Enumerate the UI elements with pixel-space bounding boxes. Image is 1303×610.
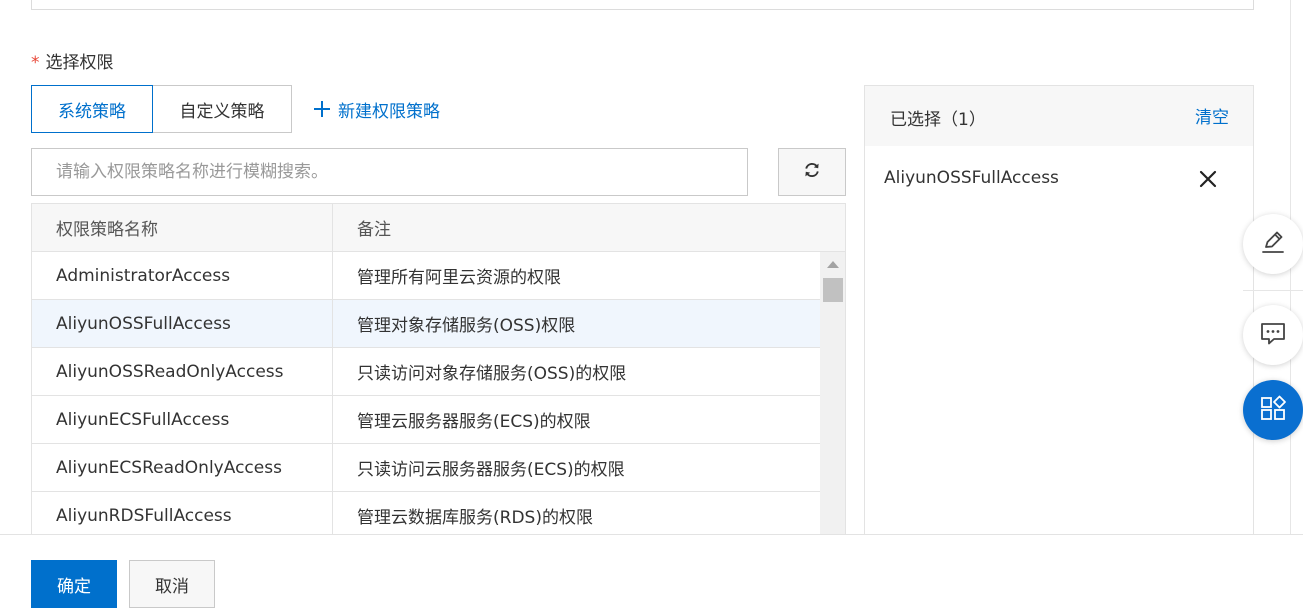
table-body: AdministratorAccess 管理所有阿里云资源的权限 AliyunO… — [32, 252, 820, 535]
policy-note-cell: 只读访问云服务器服务(ECS)的权限 — [357, 460, 625, 480]
policy-name-cell: AliyunECSReadOnlyAccess — [32, 444, 333, 491]
table-row[interactable]: AliyunOSSReadOnlyAccess 只读访问对象存储服务(OSS)的… — [32, 348, 820, 396]
permission-section-title: 选择权限 — [45, 53, 114, 73]
policy-name-cell: AliyunOSSReadOnlyAccess — [32, 348, 333, 395]
apps-icon — [1258, 393, 1288, 427]
table-row[interactable]: AliyunOSSFullAccess 管理对象存储服务(OSS)权限 — [32, 300, 820, 348]
table-row[interactable]: AliyunECSFullAccess 管理云服务器服务(ECS)的权限 — [32, 396, 820, 444]
selected-panel-title: 已选择（1） — [890, 110, 986, 130]
table-header: 权限策略名称 备注 — [32, 204, 845, 252]
chat-button[interactable] — [1243, 305, 1303, 365]
chat-icon — [1258, 318, 1288, 352]
policy-name-cell: AdministratorAccess — [32, 252, 333, 299]
tab-custom-policy-label: 自定义策略 — [179, 101, 265, 122]
cancel-button[interactable]: 取消 — [129, 560, 215, 608]
float-divider — [1243, 290, 1303, 291]
plus-icon — [314, 101, 330, 117]
tab-custom-policy[interactable]: 自定义策略 — [152, 85, 292, 133]
new-policy-link[interactable]: 新建权限策略 — [314, 96, 440, 122]
refresh-button[interactable] — [778, 148, 846, 196]
policy-note-cell: 管理云服务器服务(ECS)的权限 — [357, 412, 591, 432]
selected-policy-item: AliyunOSSFullAccess — [865, 158, 1253, 198]
confirm-button[interactable]: 确定 — [31, 560, 117, 608]
policy-name-cell: AliyunOSSFullAccess — [32, 300, 333, 347]
policy-note-cell: 管理云数据库服务(RDS)的权限 — [357, 508, 593, 528]
dialog-footer: 确定 取消 — [0, 534, 1303, 610]
apps-button[interactable] — [1243, 380, 1303, 440]
edit-icon — [1258, 227, 1288, 261]
selected-policy-name: AliyunOSSFullAccess — [884, 168, 1059, 188]
scrollbar-thumb[interactable] — [823, 278, 843, 302]
feedback-edit-button[interactable] — [1243, 214, 1303, 274]
close-icon[interactable] — [1197, 168, 1219, 190]
clear-selection-link[interactable]: 清空 — [1195, 103, 1229, 128]
permission-section-label: * 选择权限 — [31, 48, 114, 73]
policy-note-cell: 管理所有阿里云资源的权限 — [357, 268, 561, 288]
policy-table: 权限策略名称 备注 AdministratorAccess 管理所有阿里云资源的… — [31, 203, 846, 535]
tab-system-policy-label: 系统策略 — [58, 101, 126, 122]
column-header-name: 权限策略名称 — [32, 204, 333, 251]
policy-note-cell: 管理对象存储服务(OSS)权限 — [357, 316, 576, 336]
scroll-up-arrow-icon[interactable] — [827, 261, 839, 268]
table-row[interactable]: AliyunECSReadOnlyAccess 只读访问云服务器服务(ECS)的… — [32, 444, 820, 492]
policy-note-cell: 只读访问对象存储服务(OSS)的权限 — [357, 364, 627, 384]
selected-panel-header: 已选择（1） 清空 — [865, 86, 1253, 146]
policy-name-cell: AliyunRDSFullAccess — [32, 492, 333, 535]
required-mark: * — [31, 53, 40, 73]
table-scrollbar[interactable] — [820, 252, 845, 535]
selected-policies-panel: 已选择（1） 清空 AliyunOSSFullAccess — [864, 85, 1254, 545]
table-row[interactable]: AliyunRDSFullAccess 管理云数据库服务(RDS)的权限 — [32, 492, 820, 535]
tab-system-policy[interactable]: 系统策略 — [31, 85, 153, 133]
policy-search-input[interactable] — [31, 148, 748, 196]
policy-name-cell: AliyunECSFullAccess — [32, 396, 333, 443]
table-row[interactable]: AdministratorAccess 管理所有阿里云资源的权限 — [32, 252, 820, 300]
new-policy-label: 新建权限策略 — [338, 101, 440, 122]
column-header-note: 备注 — [357, 220, 391, 240]
previous-form-field — [31, 0, 1254, 10]
refresh-icon — [803, 161, 821, 183]
